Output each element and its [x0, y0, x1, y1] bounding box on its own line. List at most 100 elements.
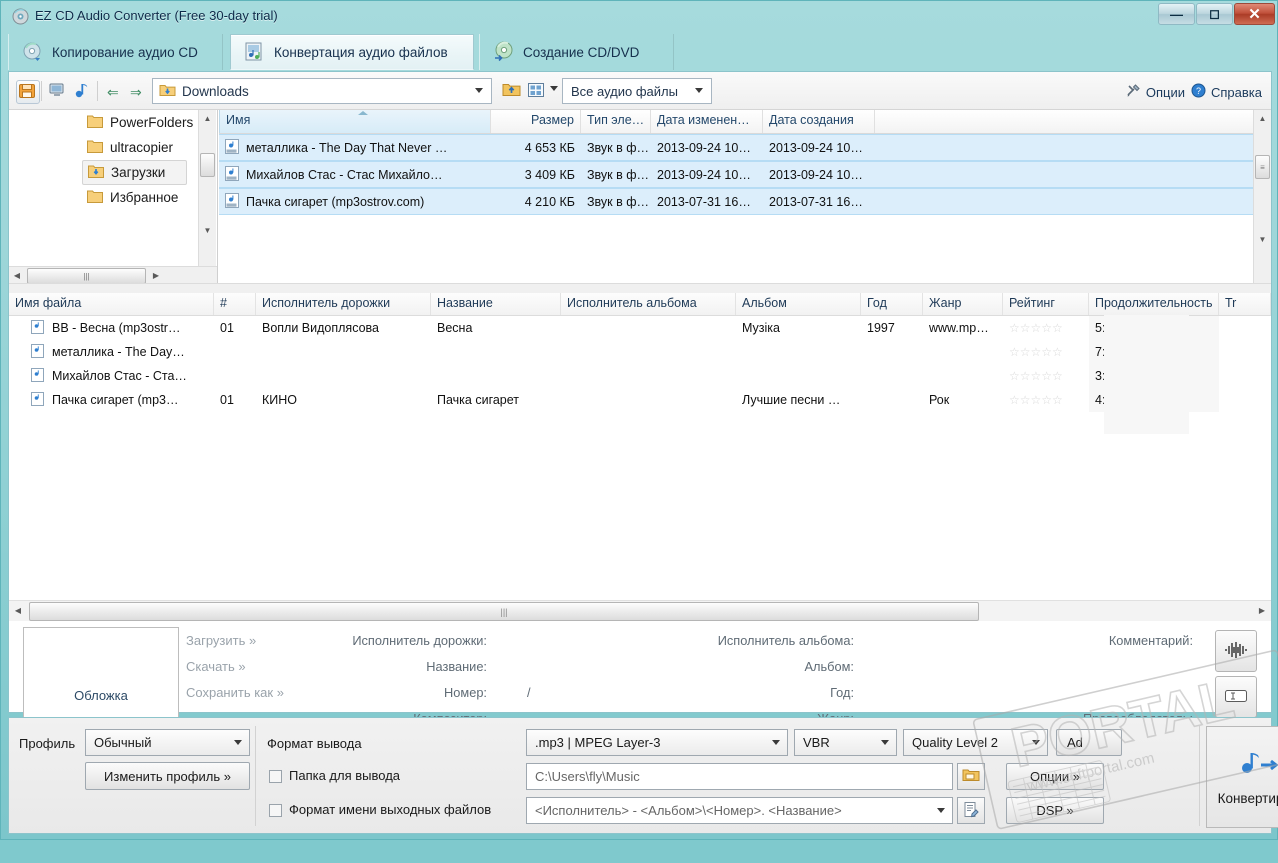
up-folder-icon[interactable] — [501, 80, 522, 101]
track-grid[interactable]: Имя файла # Исполнитель дорожки Название… — [9, 293, 1271, 593]
file-row[interactable]: Михайлов Стас - Стас Михайло… 3 409 КБ З… — [219, 161, 1271, 188]
chevron-down-icon[interactable] — [695, 88, 703, 93]
scroll-thumb[interactable]: ||| — [29, 602, 979, 621]
track-rating[interactable]: ☆☆☆☆☆ — [1003, 388, 1089, 412]
help-link[interactable]: ? Справка — [1191, 83, 1262, 101]
chevron-down-icon[interactable] — [881, 740, 889, 745]
scroll-left-arrow[interactable]: ◀ — [10, 268, 24, 282]
save-cover-link[interactable]: Сохранить как » — [186, 685, 284, 700]
forward-arrow-icon[interactable]: ⇒ — [130, 84, 142, 101]
tree-vertical-scrollbar[interactable]: ▲ ▼ — [198, 110, 216, 268]
output-folder-input[interactable]: C:\Users\fly\Music — [526, 763, 953, 790]
minimize-button[interactable]: — — [1158, 3, 1195, 25]
upload-cover-link[interactable]: Загрузить » — [186, 633, 256, 648]
chevron-down-icon[interactable] — [475, 88, 483, 93]
edit-pattern-button[interactable] — [957, 797, 985, 824]
tab-create-cd-dvd[interactable]: Создание CD/DVD — [479, 34, 674, 70]
rating-stars[interactable]: ☆☆☆☆☆ — [1009, 345, 1063, 359]
tree-item-downloads[interactable]: Загрузки — [82, 160, 187, 185]
back-arrow-icon[interactable]: ⇐ — [107, 84, 119, 101]
music-note-icon[interactable] — [72, 80, 94, 102]
track-row[interactable]: Михайлов Стас - Ста… ☆☆☆☆☆ 3:38 — [9, 364, 1271, 388]
filename-format-combobox[interactable]: <Исполнитель> - <Альбом>\<Номер>. <Назва… — [526, 797, 953, 824]
column-header-type[interactable]: Тип эле… — [581, 110, 651, 133]
computer-icon[interactable] — [47, 80, 69, 102]
scroll-thumb[interactable]: ||| — [27, 268, 146, 283]
col-filename[interactable]: Имя файла — [9, 293, 214, 315]
scroll-down-arrow[interactable]: ▼ — [199, 222, 216, 239]
track-rating[interactable]: ☆☆☆☆☆ — [1003, 340, 1089, 364]
col-year[interactable]: Год — [861, 293, 923, 315]
rating-stars[interactable]: ☆☆☆☆☆ — [1009, 321, 1063, 335]
quality-combobox[interactable]: Quality Level 2 — [903, 729, 1048, 756]
options-link[interactable]: Опции — [1126, 83, 1185, 101]
chevron-down-icon[interactable] — [234, 740, 242, 745]
column-header-modified[interactable]: Дата изменен… — [651, 110, 763, 133]
folder-tree[interactable]: PowerFolders ultracopier Загрузки Избран… — [9, 110, 218, 283]
scroll-thumb[interactable] — [200, 153, 215, 177]
track-row[interactable]: металлика - The Day… ☆☆☆☆☆ 7:56 — [9, 340, 1271, 364]
maximize-button[interactable]: ◻ — [1196, 3, 1233, 25]
tree-item[interactable]: Избранное — [9, 185, 217, 210]
col-title[interactable]: Название — [431, 293, 561, 315]
view-mode-icon[interactable] — [526, 80, 546, 100]
scroll-up-arrow[interactable]: ▲ — [1254, 110, 1271, 127]
close-button[interactable]: ✕ — [1234, 3, 1275, 25]
tab-audio-cd-rip[interactable]: Копирование аудио CD — [8, 34, 223, 70]
chevron-down-icon[interactable] — [937, 808, 945, 813]
filename-format-checkbox[interactable] — [269, 804, 282, 817]
download-cover-link[interactable]: Скачать » — [186, 659, 246, 674]
tree-horizontal-scrollbar[interactable]: ◀ ||| ▶ — [9, 266, 217, 283]
tab-audio-convert[interactable]: Конвертация аудио файлов — [230, 34, 474, 70]
convert-button[interactable]: Конвертировать — [1206, 726, 1278, 828]
scroll-right-arrow[interactable]: ▶ — [149, 268, 163, 282]
file-row[interactable]: металлика - The Day That Never … 4 653 К… — [219, 134, 1271, 161]
grid-horizontal-scrollbar[interactable]: ◀ ||| ▶ — [9, 600, 1271, 621]
col-track-artist[interactable]: Исполнитель дорожки — [256, 293, 431, 315]
scroll-up-arrow[interactable]: ▲ — [199, 110, 216, 127]
text-field-button[interactable] — [1215, 676, 1257, 718]
output-folder-checkbox[interactable] — [269, 770, 282, 783]
col-number[interactable]: # — [214, 293, 256, 315]
edit-profile-button[interactable]: Изменить профиль » — [85, 762, 250, 790]
profile-combobox[interactable]: Обычный — [85, 729, 250, 756]
col-album[interactable]: Альбом — [736, 293, 861, 315]
scroll-thumb[interactable]: ≡ — [1255, 155, 1270, 179]
col-album-artist[interactable]: Исполнитель альбома — [561, 293, 736, 315]
scroll-right-arrow[interactable]: ▶ — [1255, 603, 1269, 618]
rating-stars[interactable]: ☆☆☆☆☆ — [1009, 393, 1063, 407]
bitrate-mode-combobox[interactable]: VBR — [794, 729, 897, 756]
chevron-down-icon[interactable] — [772, 740, 780, 745]
scroll-left-arrow[interactable]: ◀ — [11, 603, 25, 618]
file-list[interactable]: Имя Размер Тип эле… Дата изменен… Дата с… — [219, 110, 1271, 283]
col-rating[interactable]: Рейтинг — [1003, 293, 1089, 315]
browse-folder-button[interactable] — [957, 763, 985, 790]
file-list-vertical-scrollbar[interactable]: ▲ ≡ ▼ — [1253, 110, 1271, 283]
track-artist — [256, 340, 431, 364]
file-filter-combobox[interactable]: Все аудио файлы — [562, 78, 712, 104]
rating-stars[interactable]: ☆☆☆☆☆ — [1009, 369, 1063, 383]
track-rating[interactable]: ☆☆☆☆☆ — [1003, 364, 1089, 388]
scroll-down-arrow[interactable]: ▼ — [1254, 231, 1271, 248]
path-combobox[interactable]: Downloads — [152, 78, 492, 104]
dsp-button[interactable]: DSP » — [1006, 797, 1104, 824]
tree-item[interactable]: PowerFolders — [9, 110, 217, 135]
column-header-name[interactable]: Имя — [219, 110, 491, 133]
chevron-down-icon[interactable] — [550, 86, 558, 91]
options-button[interactable]: Опции » — [1006, 763, 1104, 790]
track-rating[interactable]: ☆☆☆☆☆ — [1003, 316, 1089, 340]
save-folder-icon[interactable] — [16, 80, 40, 104]
tree-item[interactable]: ultracopier — [9, 135, 217, 160]
track-row[interactable]: BB - Весна (mp3ostr… 01 Вопли Видоплясов… — [9, 316, 1271, 340]
chevron-down-icon[interactable] — [1032, 740, 1040, 745]
column-header-created[interactable]: Дата создания — [763, 110, 875, 133]
col-tr[interactable]: Tr — [1219, 293, 1271, 315]
column-header-size[interactable]: Размер — [491, 110, 581, 133]
file-row[interactable]: Пачка сигарет (mp3ostrov.com) 4 210 КБ З… — [219, 188, 1271, 215]
col-duration[interactable]: Продолжительность — [1089, 293, 1219, 315]
format-combobox[interactable]: .mp3 | MPEG Layer-3 — [526, 729, 788, 756]
waveform-button[interactable] — [1215, 630, 1257, 672]
track-row[interactable]: Пачка сигарет (mp3… 01 КИНО Пачка сигаре… — [9, 388, 1271, 412]
col-genre[interactable]: Жанр — [923, 293, 1003, 315]
advanced-button[interactable]: Ad — [1056, 729, 1122, 756]
